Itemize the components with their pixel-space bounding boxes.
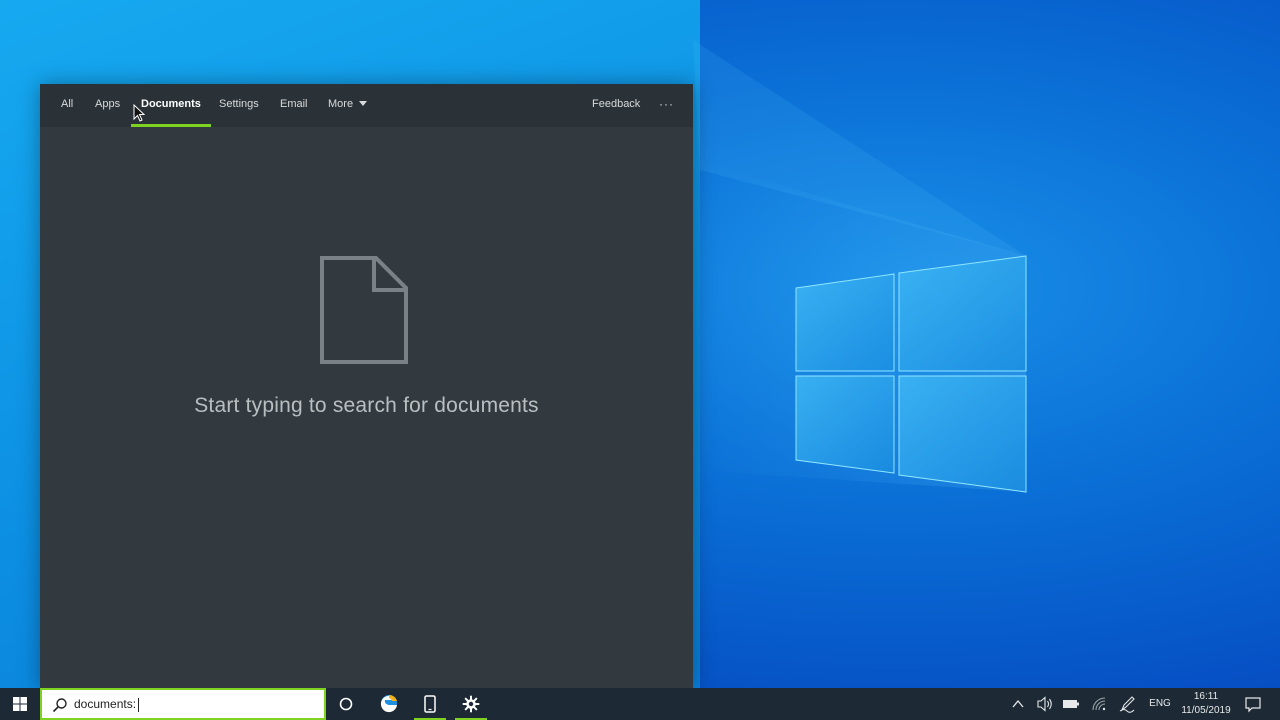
volume-button[interactable] bbox=[1035, 688, 1055, 720]
tab-documents[interactable]: Documents bbox=[131, 84, 211, 127]
pen-icon bbox=[1119, 696, 1135, 713]
notification-icon bbox=[1245, 697, 1261, 713]
document-icon bbox=[320, 256, 408, 364]
settings-app-button[interactable] bbox=[451, 688, 491, 720]
phone-icon bbox=[424, 695, 436, 713]
edge-icon bbox=[380, 694, 397, 713]
network-button[interactable] bbox=[1088, 688, 1110, 720]
taskbar: documents: ENG 16:11 11/05/2019 bbox=[0, 688, 1280, 720]
clock-date: 11/05/2019 bbox=[1181, 705, 1231, 716]
more-options-button[interactable]: ··· bbox=[659, 84, 674, 127]
taskbar-search-box[interactable]: documents: bbox=[40, 688, 326, 720]
battery-icon bbox=[1063, 700, 1079, 708]
clock-time: 16:11 bbox=[1193, 691, 1219, 702]
tab-all[interactable]: All bbox=[61, 84, 73, 127]
clock[interactable]: 16:11 11/05/2019 bbox=[1176, 688, 1236, 720]
windows-start-icon bbox=[13, 697, 27, 711]
settings-gear-icon bbox=[462, 695, 480, 713]
search-icon bbox=[52, 698, 67, 713]
tab-more[interactable]: More bbox=[328, 84, 368, 127]
feedback-button[interactable]: Feedback bbox=[592, 84, 640, 127]
tab-more-label: More bbox=[328, 98, 354, 110]
edge-button[interactable] bbox=[368, 688, 408, 720]
action-center-button[interactable] bbox=[1242, 688, 1264, 720]
start-button[interactable] bbox=[0, 688, 40, 720]
chevron-up-icon bbox=[1012, 699, 1024, 708]
language-indicator[interactable]: ENG bbox=[1146, 688, 1174, 720]
tab-settings[interactable]: Settings bbox=[219, 84, 259, 127]
tab-apps[interactable]: Apps bbox=[95, 84, 120, 127]
search-input[interactable]: documents: bbox=[74, 690, 140, 718]
cortana-icon bbox=[339, 697, 353, 711]
mouse-cursor-icon bbox=[133, 104, 145, 122]
empty-state-message: Start typing to search for documents bbox=[194, 394, 539, 417]
speaker-icon bbox=[1037, 696, 1052, 712]
show-hidden-icons-button[interactable] bbox=[1008, 688, 1028, 720]
search-input-value: documents: bbox=[74, 697, 137, 711]
search-panel: All Apps Documents Settings Email More F… bbox=[40, 84, 693, 688]
battery-button[interactable] bbox=[1060, 688, 1082, 720]
wifi-icon bbox=[1092, 697, 1106, 711]
your-phone-button[interactable] bbox=[410, 688, 450, 720]
windows-ink-button[interactable] bbox=[1116, 688, 1138, 720]
text-caret bbox=[138, 697, 140, 712]
tab-email[interactable]: Email bbox=[280, 84, 308, 127]
chevron-down-icon bbox=[359, 100, 368, 106]
cortana-button[interactable] bbox=[326, 688, 366, 720]
